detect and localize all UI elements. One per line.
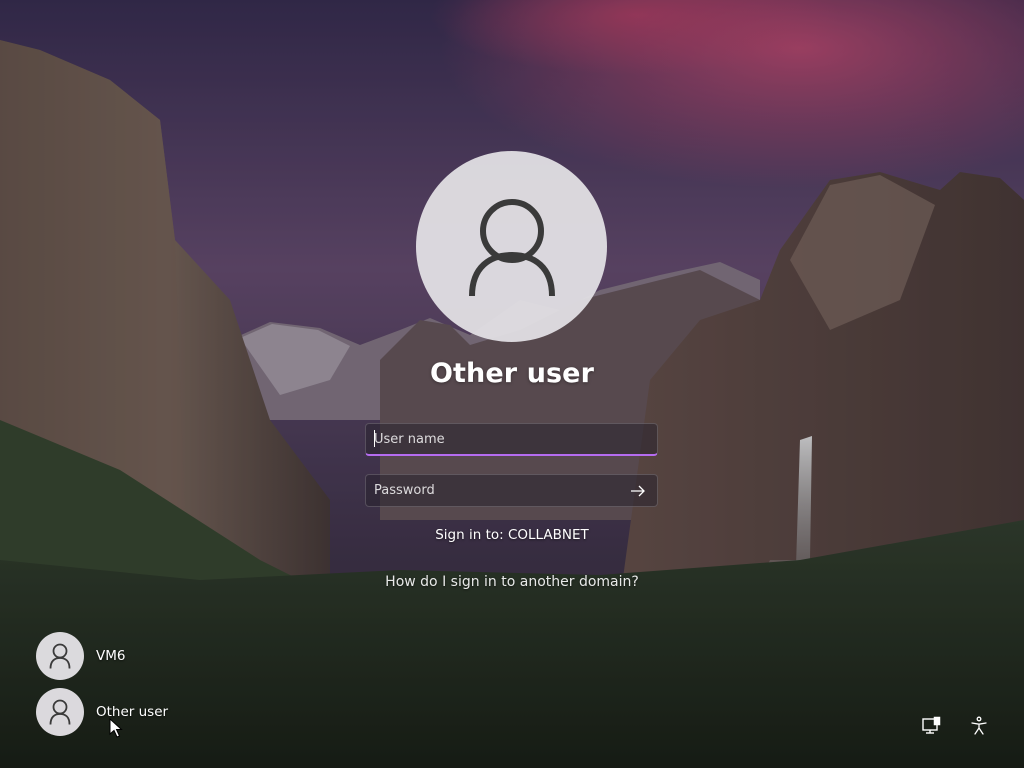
person-icon (49, 699, 71, 725)
text-caret (374, 430, 375, 447)
user-tile-name: VM6 (96, 648, 126, 664)
user-tile-name: Other user (96, 704, 169, 720)
accessibility-icon (971, 716, 987, 735)
selected-user-name: Other user (429, 358, 595, 389)
person-icon (49, 643, 71, 669)
signin-domain-text: Sign in to: COLLABNET (435, 527, 589, 543)
user-tile-vm6[interactable]: VM6 (36, 632, 236, 680)
password-field-container[interactable] (365, 474, 658, 507)
user-avatar-small (36, 632, 84, 680)
mouse-cursor (109, 717, 123, 742)
network-button[interactable] (919, 714, 943, 738)
arrow-right-icon (631, 485, 645, 497)
user-tile-other-user[interactable]: Other user (36, 688, 236, 736)
user-avatar-large (416, 151, 607, 342)
submit-button[interactable] (627, 481, 649, 501)
another-domain-help-link[interactable]: How do I sign in to another domain? (385, 574, 639, 590)
accessibility-button[interactable] (967, 714, 991, 738)
password-input[interactable] (366, 475, 657, 506)
username-field-container[interactable] (365, 423, 658, 456)
network-icon (922, 716, 941, 734)
help-link-container: How do I sign in to another domain? (0, 574, 1024, 590)
username-input[interactable] (366, 424, 657, 454)
user-avatar-small (36, 688, 84, 736)
person-icon (468, 198, 555, 296)
